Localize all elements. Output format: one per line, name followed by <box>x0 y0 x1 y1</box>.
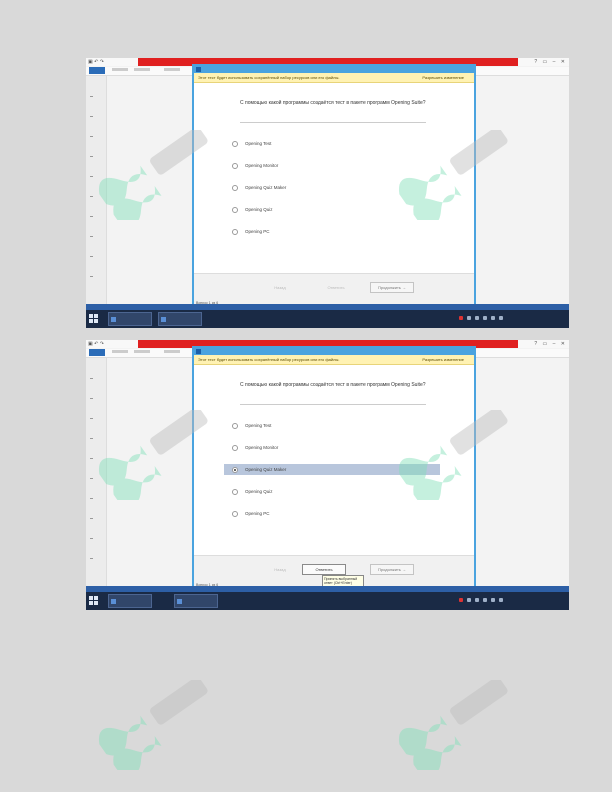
radio-button-checked[interactable] <box>232 467 238 473</box>
answer-option[interactable]: Opening PC <box>232 226 404 237</box>
screenshot-1: ▣ ↶ ↷ ? ▭ – ✕ Этот тест будет использова… <box>86 58 569 328</box>
allow-button[interactable]: Разрешить изменение <box>422 357 464 362</box>
start-icon[interactable] <box>89 314 99 324</box>
answer-option[interactable]: Opening Quiz Maker <box>232 182 404 193</box>
ribbon-tab[interactable] <box>112 68 128 71</box>
answer-option[interactable]: Opening Test <box>232 138 404 149</box>
ribbon-tab[interactable] <box>112 350 128 353</box>
radio-button[interactable] <box>232 185 238 191</box>
quiz-icon <box>161 317 166 322</box>
taskbar-button[interactable] <box>158 312 202 326</box>
taskbar-button[interactable] <box>174 594 218 608</box>
dialog-footer: Назад Ответить Продолжить → <box>194 273 474 304</box>
answer-option[interactable]: Opening Monitor <box>232 442 404 453</box>
ribbon-tab[interactable] <box>164 68 180 71</box>
option-label: Opening Quiz Maker <box>245 467 287 472</box>
warning-bar: Этот тест будет использовать сохранённый… <box>194 355 474 365</box>
taskbar <box>86 310 569 328</box>
start-icon[interactable] <box>89 596 99 606</box>
question-text: С помощью какой программы создаётся тест… <box>240 382 426 388</box>
dialog-title-bar <box>194 66 474 73</box>
window-controls[interactable]: ? ▭ – ✕ <box>534 341 567 347</box>
quiz-dialog: Этот тест будет использовать сохранённый… <box>192 346 476 588</box>
answer-option[interactable]: Opening Quiz <box>232 204 404 215</box>
radio-button[interactable] <box>232 163 238 169</box>
answer-option-selected[interactable]: Opening Quiz Maker <box>224 464 440 475</box>
document-left-margin <box>86 76 107 304</box>
watermark-logo <box>98 680 208 770</box>
option-label: Opening PC <box>245 511 270 516</box>
option-label: Opening Test <box>245 423 272 428</box>
answer-option[interactable]: Opening PC <box>232 508 404 519</box>
document-left-margin <box>86 358 107 586</box>
watermark-logo <box>398 680 508 770</box>
answer-option[interactable]: Opening Monitor <box>232 160 404 171</box>
dialog-footer: Назад Ответить Продолжить → Принять выбр… <box>194 555 474 587</box>
option-label: Opening Quiz Maker <box>245 185 287 190</box>
option-label: Opening PC <box>245 229 270 234</box>
question-text: С помощью какой программы создаётся тест… <box>240 100 426 106</box>
radio-button[interactable] <box>232 489 238 495</box>
warning-message: Этот тест будет использовать сохранённый… <box>198 75 340 80</box>
option-label: Opening Test <box>245 141 272 146</box>
screenshot-2: ▣ ↶ ↷ ? ▭ – ✕ Этот тест будет использова… <box>86 340 569 610</box>
radio-button[interactable] <box>232 141 238 147</box>
answer-button[interactable]: Ответить <box>302 564 346 575</box>
ribbon-tab[interactable] <box>134 68 150 71</box>
dialog-title-bar <box>194 348 474 355</box>
ribbon-tab[interactable] <box>134 350 150 353</box>
radio-button[interactable] <box>232 229 238 235</box>
ribbon-tab[interactable] <box>164 350 180 353</box>
system-tray[interactable] <box>459 598 539 603</box>
app-icon <box>196 349 201 354</box>
taskbar <box>86 592 569 610</box>
word-icon <box>111 317 116 322</box>
word-icon <box>111 599 116 604</box>
option-label: Opening Monitor <box>245 445 279 450</box>
quiz-dialog: Этот тест будет использовать сохранённый… <box>192 64 476 306</box>
option-label: Opening Monitor <box>245 163 279 168</box>
option-label: Opening Quiz <box>245 489 273 494</box>
question-divider <box>240 404 426 405</box>
warning-bar: Этот тест будет использовать сохранённый… <box>194 73 474 83</box>
back-button[interactable]: Назад <box>258 282 302 293</box>
file-tab[interactable] <box>89 349 105 356</box>
taskbar-button[interactable] <box>108 594 152 608</box>
next-button[interactable]: Продолжить → <box>370 564 414 575</box>
system-tray[interactable] <box>459 316 539 321</box>
radio-button[interactable] <box>232 511 238 517</box>
answer-button[interactable]: Ответить <box>314 282 358 293</box>
file-tab[interactable] <box>89 67 105 74</box>
option-label: Opening Quiz <box>245 207 273 212</box>
taskbar-button[interactable] <box>108 312 152 326</box>
next-button[interactable]: Продолжить → <box>370 282 414 293</box>
window-controls[interactable]: ? ▭ – ✕ <box>534 59 567 65</box>
app-icon <box>196 67 201 72</box>
quick-access-toolbar[interactable]: ▣ ↶ ↷ <box>88 59 104 65</box>
warning-message: Этот тест будет использовать сохранённый… <box>198 357 340 362</box>
back-button[interactable]: Назад <box>258 564 302 575</box>
quiz-icon <box>177 599 182 604</box>
radio-button[interactable] <box>232 423 238 429</box>
quick-access-toolbar[interactable]: ▣ ↶ ↷ <box>88 341 104 347</box>
question-divider <box>240 122 426 123</box>
answer-option[interactable]: Opening Quiz <box>232 486 404 497</box>
answer-option[interactable]: Opening Test <box>232 420 404 431</box>
allow-button[interactable]: Разрешить изменение <box>422 75 464 80</box>
radio-button[interactable] <box>232 445 238 451</box>
radio-button[interactable] <box>232 207 238 213</box>
